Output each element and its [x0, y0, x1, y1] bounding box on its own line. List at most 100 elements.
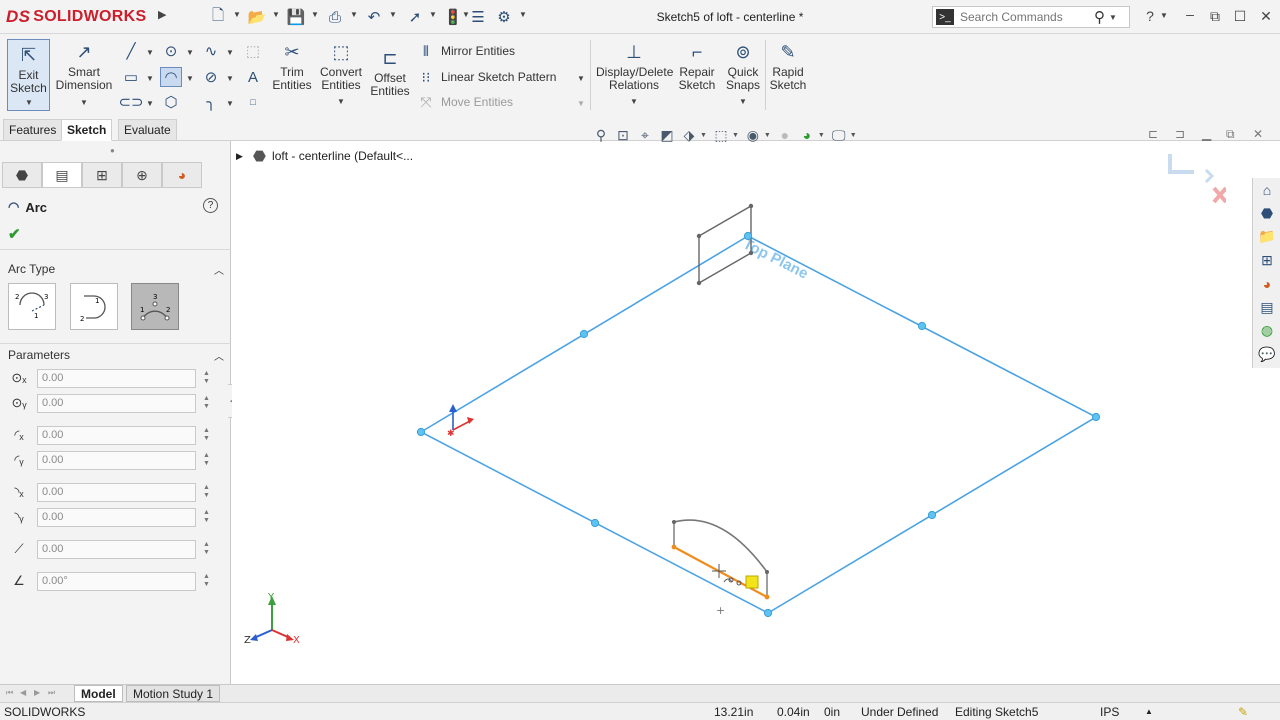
- move-dropdown-icon[interactable]: ▼: [577, 99, 585, 108]
- trim-entities-button[interactable]: ✂ Trim Entities: [270, 40, 314, 92]
- ellipse-dropdown-icon[interactable]: ▼: [226, 74, 234, 83]
- tab-features[interactable]: Features: [3, 119, 63, 141]
- spin-buttons-icon[interactable]: ▲ ▼: [203, 541, 213, 557]
- custom-properties-icon[interactable]: ▤: [1253, 296, 1280, 320]
- tab-sketch[interactable]: Sketch: [61, 119, 113, 141]
- collapse-chevron-icon[interactable]: ︿: [214, 262, 224, 277]
- linear-sketch-pattern-button[interactable]: ⁝⁝ Linear Sketch Pattern: [416, 67, 557, 87]
- sketch-canvas[interactable]: Top Plane ✱ + Y X Z: [232, 141, 1280, 684]
- smart-dimension-button[interactable]: ↗ Smart Dimension ▼: [56, 40, 113, 109]
- spin-buttons-icon[interactable]: ▲ ▼: [203, 509, 213, 525]
- cancel-corner-icon[interactable]: [1212, 186, 1228, 204]
- first-tab-icon[interactable]: ⏮: [6, 688, 13, 698]
- viewport-split-left-icon[interactable]: ⊏: [1148, 127, 1158, 141]
- sketch-fillet-icon[interactable]: ⬚: [242, 41, 264, 61]
- offset-entities-button[interactable]: ⊏ Offset Entities: [368, 46, 412, 98]
- view-palette-icon[interactable]: ⊞: [1253, 249, 1280, 273]
- sketch-point[interactable]: [696, 233, 702, 239]
- maximize-icon[interactable]: ☐: [1230, 8, 1250, 25]
- prev-tab-icon[interactable]: ◀: [20, 688, 26, 697]
- select-dropdown-icon[interactable]: ▼: [429, 10, 437, 19]
- save-dropdown-icon[interactable]: ▼: [311, 10, 319, 19]
- spin-buttons-icon[interactable]: ▲ ▼: [203, 370, 213, 386]
- radius-field[interactable]: [37, 539, 196, 559]
- exit-sketch-dropdown-icon[interactable]: ▼: [25, 98, 33, 107]
- rectangle-dropdown-icon[interactable]: ▼: [146, 74, 154, 83]
- dropdown-icon[interactable]: ▼: [764, 132, 771, 139]
- smart-dimension-dropdown-icon[interactable]: ▼: [80, 96, 88, 109]
- print-dropdown-icon[interactable]: ▼: [350, 10, 358, 19]
- move-entities-button[interactable]: ⤧ Move Entities: [416, 92, 513, 112]
- tab-motion-study[interactable]: Motion Study 1: [126, 685, 221, 702]
- spin-buttons-icon[interactable]: ▲ ▼: [203, 484, 213, 500]
- center-x-field[interactable]: [37, 368, 196, 388]
- next-tab-icon[interactable]: ▶: [34, 688, 40, 697]
- viewport-restore-icon[interactable]: ⧉: [1226, 127, 1235, 142]
- close-window-icon[interactable]: ✕: [1256, 8, 1276, 25]
- convert-dropdown-icon[interactable]: ▼: [337, 95, 345, 108]
- solidworks-logo[interactable]: DS SOLIDWORKS: [6, 3, 154, 31]
- new-dropdown-icon[interactable]: ▼: [233, 10, 241, 19]
- arc-preview[interactable]: [673, 519, 768, 573]
- configuration-manager-tab-icon[interactable]: ⊞: [82, 162, 122, 188]
- dropdown-icon[interactable]: ▼: [700, 132, 707, 139]
- spin-buttons-icon[interactable]: ▲ ▼: [203, 395, 213, 411]
- view-triad-icon[interactable]: Y X Z: [244, 592, 300, 646]
- center-y-field[interactable]: [37, 393, 196, 413]
- options-gear-icon[interactable]: ⚙: [493, 7, 515, 27]
- quick-snaps-button[interactable]: ⊚ Quick Snaps ▼: [724, 40, 762, 108]
- search-dropdown-icon[interactable]: ▼: [1109, 13, 1117, 22]
- ellipse-tool-icon[interactable]: ⊘: [200, 67, 222, 87]
- rectangle-tool-icon[interactable]: ▭: [120, 67, 142, 87]
- rebuild-traffic-light-icon[interactable]: 🚦: [442, 7, 464, 27]
- tab-evaluate[interactable]: Evaluate: [118, 119, 177, 141]
- plane-corner-point[interactable]: [743, 231, 753, 241]
- sketch-point[interactable]: [696, 280, 702, 286]
- exit-sketch-button[interactable]: ⇱ Exit Sketch ▼: [7, 39, 50, 111]
- end-y-field[interactable]: [37, 507, 196, 527]
- line-tool-icon[interactable]: ╱: [120, 41, 142, 61]
- search-input[interactable]: [960, 10, 1090, 24]
- spline-tool-icon[interactable]: ∿: [200, 41, 222, 61]
- ok-checkmark-icon[interactable]: ✔: [8, 225, 21, 243]
- tangent-arc-button[interactable]: 12: [70, 283, 118, 330]
- hide-show-items-icon[interactable]: ●: [774, 127, 796, 143]
- three-point-arc-button[interactable]: 3 1 2: [131, 283, 179, 330]
- select-arrow-icon[interactable]: ➚: [404, 7, 426, 27]
- fillet-tool-icon[interactable]: ╮: [200, 92, 222, 112]
- feature-manager-tab-icon[interactable]: ⬣: [2, 162, 42, 188]
- apply-scene-icon[interactable]: 🖵: [828, 127, 850, 144]
- dimxpert-tab-icon[interactable]: ⊕: [122, 162, 162, 188]
- dropdown-icon[interactable]: ▼: [850, 132, 857, 139]
- viewport-close-icon[interactable]: ✕: [1253, 127, 1263, 141]
- arc-dropdown-icon[interactable]: ▼: [186, 74, 194, 83]
- convert-entities-button[interactable]: ⬚ Convert Entities ▼: [318, 40, 364, 108]
- centerpoint-arc-button[interactable]: 2 3 1: [8, 283, 56, 330]
- help-icon[interactable]: ?: [1140, 8, 1160, 24]
- plane-corner-point[interactable]: [416, 427, 426, 437]
- open-folder-icon[interactable]: 📂: [246, 7, 268, 27]
- display-style-icon[interactable]: ◉: [742, 127, 764, 144]
- circle-dropdown-icon[interactable]: ▼: [186, 48, 194, 57]
- options-dropdown-icon[interactable]: ▼: [519, 10, 527, 19]
- sketch-point[interactable]: [748, 203, 754, 209]
- 3d-experience-icon[interactable]: 💬: [1253, 343, 1280, 367]
- plane-midpoint[interactable]: [917, 321, 927, 331]
- spin-buttons-icon[interactable]: ▲ ▼: [203, 573, 213, 589]
- start-y-field[interactable]: [37, 450, 196, 470]
- dropdown-icon[interactable]: ▼: [732, 132, 739, 139]
- plane-midpoint[interactable]: [927, 510, 937, 520]
- mirror-entities-button[interactable]: ⫴ Mirror Entities: [416, 41, 515, 61]
- panel-grip-icon[interactable]: ●: [110, 146, 115, 155]
- plane-midpoint[interactable]: [590, 518, 600, 528]
- sketch-point[interactable]: [764, 594, 770, 600]
- help-icon[interactable]: ?: [203, 198, 218, 213]
- graphics-area[interactable]: Top Plane ✱ + Y X Z: [232, 141, 1280, 684]
- print-icon[interactable]: ⎙: [324, 7, 346, 27]
- edit-appearance-icon[interactable]: ◕: [796, 127, 818, 143]
- collapse-chevron-icon[interactable]: ︿: [214, 348, 224, 363]
- last-tab-icon[interactable]: ⏭: [48, 688, 55, 698]
- view-orientation-icon[interactable]: ⬚: [710, 127, 732, 144]
- top-plane-outline[interactable]: [419, 235, 1098, 614]
- sketch-point[interactable]: [765, 570, 769, 574]
